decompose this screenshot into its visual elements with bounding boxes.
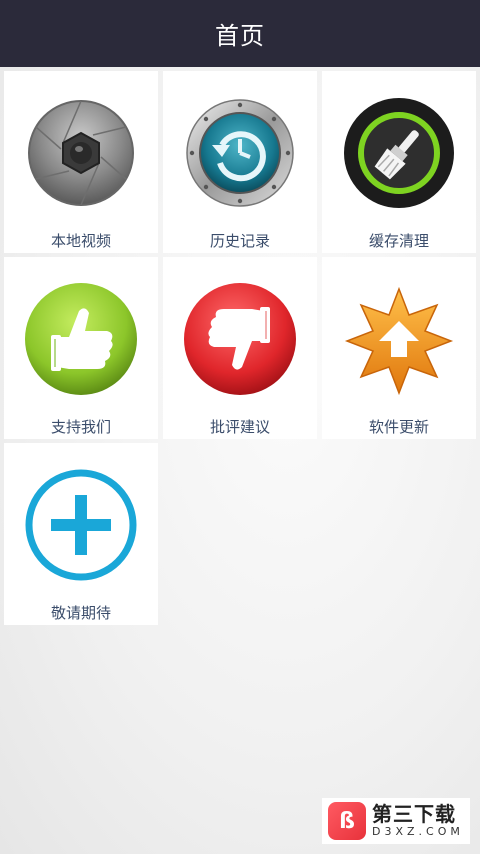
update-arrow-icon	[344, 286, 454, 396]
tile-software-update[interactable]: 软件更新	[322, 257, 476, 439]
tile-label: 软件更新	[368, 418, 429, 436]
camera-lens-icon	[28, 100, 134, 206]
tile-support-us[interactable]: 支持我们	[4, 257, 158, 439]
plus-circle-icon	[25, 469, 137, 581]
thumbs-down-icon	[184, 283, 296, 395]
tile-feedback[interactable]: 批评建议	[163, 257, 317, 439]
tile-clear-cache[interactable]: 缓存清理	[322, 71, 476, 253]
page-title: 首页	[215, 22, 265, 50]
thumbs-up-icon	[25, 283, 137, 395]
tile-label: 支持我们	[50, 418, 111, 436]
watermark-subtitle: D3XZ.COM	[372, 825, 464, 838]
tile-history[interactable]: 历史记录	[163, 71, 317, 253]
watermark-title: 第三下载	[372, 802, 456, 826]
broom-clean-icon	[344, 98, 454, 208]
watermark-logo-icon: ß	[328, 802, 366, 840]
tile-label: 缓存清理	[368, 232, 429, 250]
tile-label: 历史记录	[209, 232, 270, 250]
app-header: 首页	[0, 0, 480, 67]
tile-local-video[interactable]: 本地视频	[4, 71, 158, 253]
history-clock-icon	[186, 99, 294, 207]
tile-coming-soon[interactable]: 敬请期待	[4, 443, 158, 625]
tile-label: 批评建议	[209, 418, 270, 436]
watermark-badge: ß 第三下载 D3XZ.COM	[322, 798, 470, 844]
tile-label: 本地视频	[50, 232, 111, 250]
tile-label: 敬请期待	[50, 604, 111, 622]
